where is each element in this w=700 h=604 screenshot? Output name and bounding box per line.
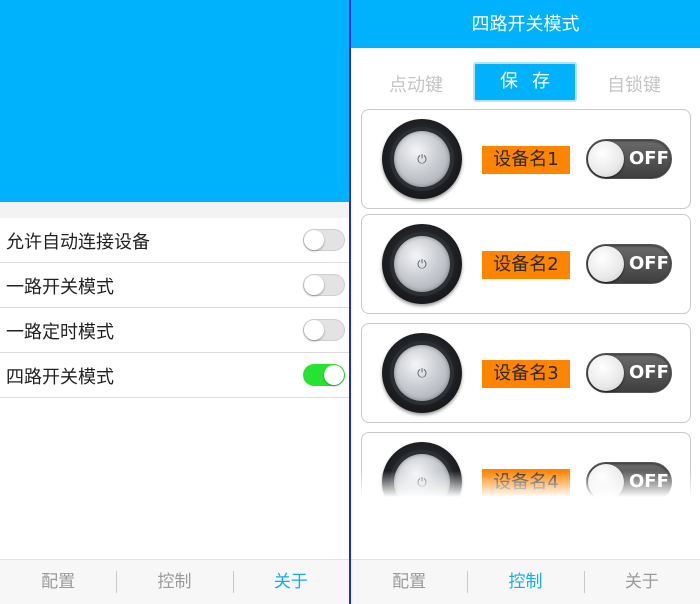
device-name-label[interactable]: 设备名1 (482, 146, 570, 174)
one-way-timer-toggle[interactable] (303, 319, 345, 341)
auto-connect-toggle[interactable] (303, 229, 345, 251)
setting-label: 四路开关模式 (6, 367, 114, 388)
setting-four-way-switch[interactable]: 四路开关模式 (0, 353, 349, 398)
device-name-label[interactable]: 设备名3 (482, 360, 570, 388)
bottom-tab-bar: 配置 控制 关于 (351, 559, 700, 604)
device-name-label[interactable]: 设备名2 (482, 251, 570, 279)
knob-face: ⏻ (394, 236, 450, 292)
device-power-switch[interactable]: OFF (586, 139, 672, 179)
tab-config[interactable]: 配置 (351, 560, 467, 604)
switch-knob (588, 246, 624, 282)
setting-label: 允许自动连接设备 (6, 232, 150, 253)
knob-face: ⏻ (394, 454, 450, 497)
section-gap (0, 202, 349, 218)
momentary-mode-button[interactable]: 点动键 (389, 71, 443, 97)
setting-label: 一路定时模式 (6, 322, 114, 343)
device-power-switch[interactable]: OFF (586, 462, 672, 497)
switch-state-text: OFF (629, 362, 669, 383)
save-button[interactable]: 保存 (473, 62, 577, 102)
page-title: 四路开关模式 (471, 14, 580, 35)
toggle-knob (304, 275, 324, 295)
knob-face: ⏻ (394, 345, 450, 401)
tab-about[interactable]: 关于 (583, 560, 700, 604)
switch-knob (588, 141, 624, 177)
four-way-switch-toggle[interactable] (303, 364, 345, 386)
knob-face: ⏻ (394, 131, 450, 187)
control-panel: 四路开关模式 点动键 保存 自锁键 ⏻ 设备名1 OFF ⏻ 设备名2 OFF … (351, 0, 700, 604)
power-knob-icon[interactable]: ⏻ (382, 333, 462, 413)
power-icon: ⏻ (417, 475, 427, 489)
switch-knob (588, 464, 624, 497)
settings-panel: 允许自动连接设备 一路开关模式 一路定时模式 四路开关模式 配置 控制 关于 (0, 0, 349, 604)
power-icon: ⏻ (417, 366, 427, 380)
tab-about[interactable]: 关于 (232, 560, 349, 604)
toggle-knob (304, 320, 324, 340)
settings-list: 允许自动连接设备 一路开关模式 一路定时模式 四路开关模式 (0, 218, 349, 398)
device-card-2: ⏻ 设备名2 OFF (361, 214, 691, 314)
tab-config[interactable]: 配置 (0, 560, 116, 604)
power-knob-icon[interactable]: ⏻ (382, 224, 462, 304)
toggle-knob (324, 365, 344, 385)
setting-one-way-timer[interactable]: 一路定时模式 (0, 308, 349, 353)
device-name-label[interactable]: 设备名4 (482, 469, 570, 497)
latching-mode-button[interactable]: 自锁键 (607, 71, 661, 97)
device-card-1: ⏻ 设备名1 OFF (361, 109, 691, 209)
bottom-tab-bar: 配置 控制 关于 (0, 559, 349, 604)
switch-state-text: OFF (629, 471, 669, 492)
setting-one-way-switch[interactable]: 一路开关模式 (0, 263, 349, 308)
device-card-4: ⏻ 设备名4 OFF (361, 432, 691, 497)
setting-auto-connect[interactable]: 允许自动连接设备 (0, 218, 349, 263)
header-banner (0, 0, 349, 202)
mode-selector: 点动键 保存 自锁键 (351, 62, 700, 104)
power-icon: ⏻ (417, 152, 427, 166)
one-way-switch-toggle[interactable] (303, 274, 345, 296)
power-icon: ⏻ (417, 257, 427, 271)
power-knob-icon[interactable]: ⏻ (382, 119, 462, 199)
device-power-switch[interactable]: OFF (586, 244, 672, 284)
title-bar: 四路开关模式 (351, 0, 700, 48)
tab-control[interactable]: 控制 (467, 560, 583, 604)
power-knob-icon[interactable]: ⏻ (382, 442, 462, 497)
tab-control[interactable]: 控制 (116, 560, 232, 604)
setting-label: 一路开关模式 (6, 277, 114, 298)
switch-state-text: OFF (629, 253, 669, 274)
device-list[interactable]: ⏻ 设备名1 OFF ⏻ 设备名2 OFF ⏻ 设备名3 OFF ⏻ 设备名4 … (361, 109, 691, 497)
device-power-switch[interactable]: OFF (586, 353, 672, 393)
switch-knob (588, 355, 624, 391)
toggle-knob (304, 230, 324, 250)
switch-state-text: OFF (629, 148, 669, 169)
device-card-3: ⏻ 设备名3 OFF (361, 323, 691, 423)
